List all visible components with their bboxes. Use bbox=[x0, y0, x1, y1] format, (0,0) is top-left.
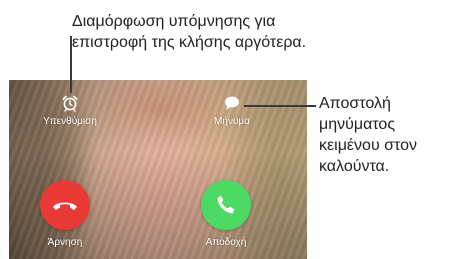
accept-call-button[interactable] bbox=[201, 180, 251, 230]
message-callout-line-4: καλούντα. bbox=[319, 158, 390, 175]
phone-icon bbox=[217, 195, 235, 214]
remind-callout-text: Διαμόρφωση υπόμνησης για επιστροφή της κ… bbox=[72, 11, 392, 53]
accept-label: Αποδοχή bbox=[205, 237, 247, 248]
speech-bubble-icon bbox=[225, 96, 239, 110]
remind-me-label: Υπενθύμιση bbox=[43, 116, 97, 127]
alarm-clock-icon bbox=[62, 95, 78, 112]
message-callout-line-1: Αποστολή bbox=[319, 95, 391, 112]
message-label: Μήνυμα bbox=[214, 116, 250, 127]
phone-hangup-icon bbox=[53, 202, 77, 210]
message-callout-line-3: κειμένου στον bbox=[319, 137, 417, 154]
accept-action: Αποδοχή bbox=[181, 180, 271, 249]
remind-leader-line bbox=[70, 36, 72, 93]
message-button[interactable]: Μήνυμα bbox=[192, 94, 272, 128]
message-callout-text: Αποστολή μηνύματος κειμένου στον καλούντ… bbox=[319, 93, 459, 177]
message-callout-line-2: μηνύματος bbox=[319, 116, 396, 133]
decline-action: Άρνηση bbox=[20, 180, 110, 249]
remind-me-button[interactable]: Υπενθύμιση bbox=[30, 94, 110, 128]
incoming-call-screen: Υπενθύμιση Μήνυμα Άρνηση Αποδοχή bbox=[9, 80, 307, 259]
decline-call-button[interactable] bbox=[40, 180, 90, 230]
decline-label: Άρνηση bbox=[47, 237, 83, 248]
remind-callout-line-1: Διαμόρφωση υπόμνησης για bbox=[72, 13, 276, 30]
remind-callout-line-2: επιστροφή της κλήσης αργότερα. bbox=[72, 34, 307, 51]
